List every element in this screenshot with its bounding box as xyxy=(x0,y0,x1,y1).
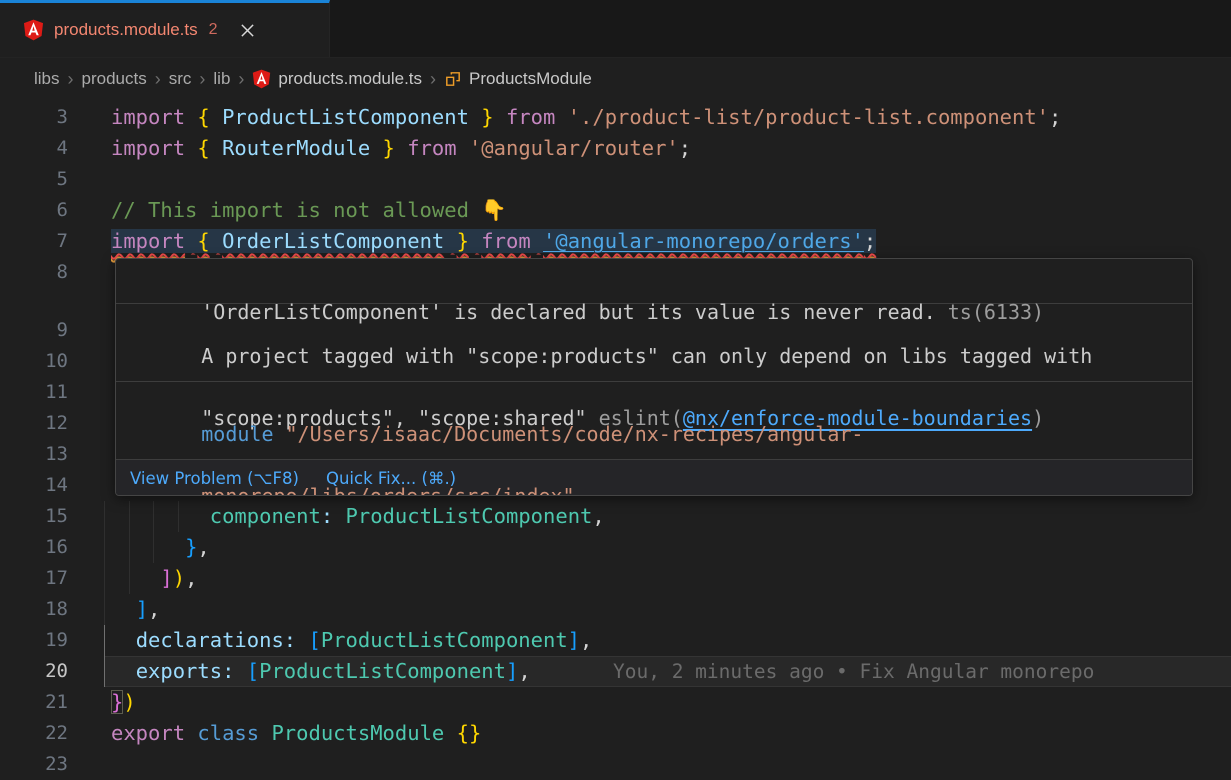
error-squiggle: import { OrderListComponent } from '@ang… xyxy=(111,229,876,253)
line-number: 14 xyxy=(0,470,68,501)
indent-guide xyxy=(104,532,105,563)
hover-popup: 'OrderListComponent' is declared but its… xyxy=(115,258,1193,496)
breadcrumb-item-lib[interactable]: lib xyxy=(213,69,230,89)
line-number: 4 xyxy=(0,133,68,164)
class-symbol-icon xyxy=(444,70,462,88)
git-blame-annotation: You, 2 minutes ago • Fix Angular monorep… xyxy=(613,656,1094,687)
line-number: 8 xyxy=(0,257,68,288)
line-number: 18 xyxy=(0,594,68,625)
module-keyword: module xyxy=(201,422,273,446)
code-line-5[interactable]: 5 xyxy=(0,164,1231,195)
code-line-17[interactable]: 17 ]), xyxy=(0,563,1231,594)
breadcrumb-item-libs[interactable]: libs xyxy=(34,69,60,89)
code-line-3[interactable]: 3 import { ProductListComponent } from '.… xyxy=(0,102,1231,133)
breadcrumb: libs › products › src › lib › products.m… xyxy=(0,58,1231,100)
tab-problem-count: 2 xyxy=(209,21,218,39)
eslint-message-line1: A project tagged with "scope:products" c… xyxy=(201,344,1092,368)
chevron-right-icon: › xyxy=(68,69,74,90)
chevron-right-icon: › xyxy=(430,69,436,90)
line-number: 21 xyxy=(0,687,68,718)
code-line-text: exports: [ProductListComponent], xyxy=(111,656,531,687)
angular-icon xyxy=(23,19,44,41)
code-line-text: import { OrderListComponent } from '@ang… xyxy=(111,226,876,257)
breadcrumb-item-file[interactable]: products.module.ts xyxy=(252,69,422,89)
chevron-right-icon: › xyxy=(155,69,161,90)
eslint-source-suffix: ) xyxy=(1032,406,1044,430)
ts-problem-message: 'OrderListComponent' is declared but its… xyxy=(201,300,936,324)
quick-fix-link[interactable]: Quick Fix... (⌘.) xyxy=(326,469,456,488)
code-line-7[interactable]: 7 import { OrderListComponent } from '@an… xyxy=(0,226,1231,257)
code-line-15[interactable]: 15 component: ProductListComponent, xyxy=(0,501,1231,532)
module-path-line1: "/Users/isaac/Documents/code/nx-recipes/… xyxy=(286,422,864,446)
code-editor[interactable]: 3 import { ProductListComponent } from '.… xyxy=(0,100,1231,780)
line-number: 15 xyxy=(0,501,68,532)
code-line-text: ]), xyxy=(111,563,197,594)
ts-problem-section: 'OrderListComponent' is declared but its… xyxy=(116,259,1192,304)
code-line-22[interactable]: 22 export class ProductsModule {} xyxy=(0,718,1231,749)
line-number: 16 xyxy=(0,532,68,563)
line-number: 23 xyxy=(0,749,68,780)
angular-icon xyxy=(252,69,271,89)
line-number: 20 xyxy=(0,656,68,687)
line-number: 7 xyxy=(0,226,68,257)
tab-bar: products.module.ts 2 xyxy=(0,0,1231,58)
line-number: 17 xyxy=(0,563,68,594)
code-line-18[interactable]: 18 ], xyxy=(0,594,1231,625)
breadcrumb-symbol-label: ProductsModule xyxy=(469,69,592,89)
code-line-text: declarations: [ProductListComponent], xyxy=(111,625,592,656)
ts-problem-source: ts(6133) xyxy=(948,300,1044,324)
code-line-21[interactable]: 21}) xyxy=(0,687,1231,718)
chevron-right-icon: › xyxy=(199,69,205,90)
code-line-23[interactable]: 23 xyxy=(0,749,1231,780)
line-number: 10 xyxy=(0,346,68,377)
active-indent-guide xyxy=(104,625,105,656)
tab-title: products.module.ts xyxy=(54,20,198,40)
indent-guide xyxy=(104,501,105,532)
indent-guide xyxy=(104,594,105,625)
chevron-right-icon: › xyxy=(238,69,244,90)
module-import-link[interactable]: '@angular-monorepo/orders' xyxy=(543,229,864,253)
editor-tab-products-module[interactable]: products.module.ts 2 xyxy=(0,0,330,57)
close-icon[interactable] xyxy=(240,23,255,38)
code-line-20[interactable]: 20 exports: [ProductListComponent], You, … xyxy=(0,656,1231,687)
line-number: 13 xyxy=(0,439,68,470)
code-line-16[interactable]: 16 }, xyxy=(0,532,1231,563)
line-number: 6 xyxy=(0,195,68,226)
breadcrumb-item-src[interactable]: src xyxy=(169,69,192,89)
breadcrumb-item-products[interactable]: products xyxy=(82,69,147,89)
line-number: 9 xyxy=(0,315,68,346)
code-line-text: import { RouterModule } from '@angular/r… xyxy=(111,133,691,164)
code-line-text: ], xyxy=(111,594,160,625)
code-line-19[interactable]: 19 declarations: [ProductListComponent], xyxy=(0,625,1231,656)
line-number: 12 xyxy=(0,408,68,439)
line-number: 5 xyxy=(0,164,68,195)
line-number: 22 xyxy=(0,718,68,749)
code-line-text: export class ProductsModule {} xyxy=(111,718,481,749)
view-problem-link[interactable]: View Problem (⌥F8) xyxy=(130,469,299,488)
code-line-text: component: ProductListComponent, xyxy=(111,501,605,532)
code-line-4[interactable]: 4 import { RouterModule } from '@angular/… xyxy=(0,133,1231,164)
line-number: 3 xyxy=(0,102,68,133)
breadcrumb-file-label: products.module.ts xyxy=(278,69,422,89)
indent-guide xyxy=(104,563,105,594)
line-number: 11 xyxy=(0,377,68,408)
code-line-text: }, xyxy=(111,532,210,563)
code-line-text: }) xyxy=(111,687,136,718)
code-line-text: import { ProductListComponent } from './… xyxy=(111,102,1061,133)
breadcrumb-item-symbol[interactable]: ProductsModule xyxy=(444,69,592,89)
code-line-text: // This import is not allowed 👇 xyxy=(111,195,507,226)
code-line-6[interactable]: 6 // This import is not allowed 👇 xyxy=(0,195,1231,226)
line-number: 19 xyxy=(0,625,68,656)
active-indent-guide xyxy=(104,656,105,687)
